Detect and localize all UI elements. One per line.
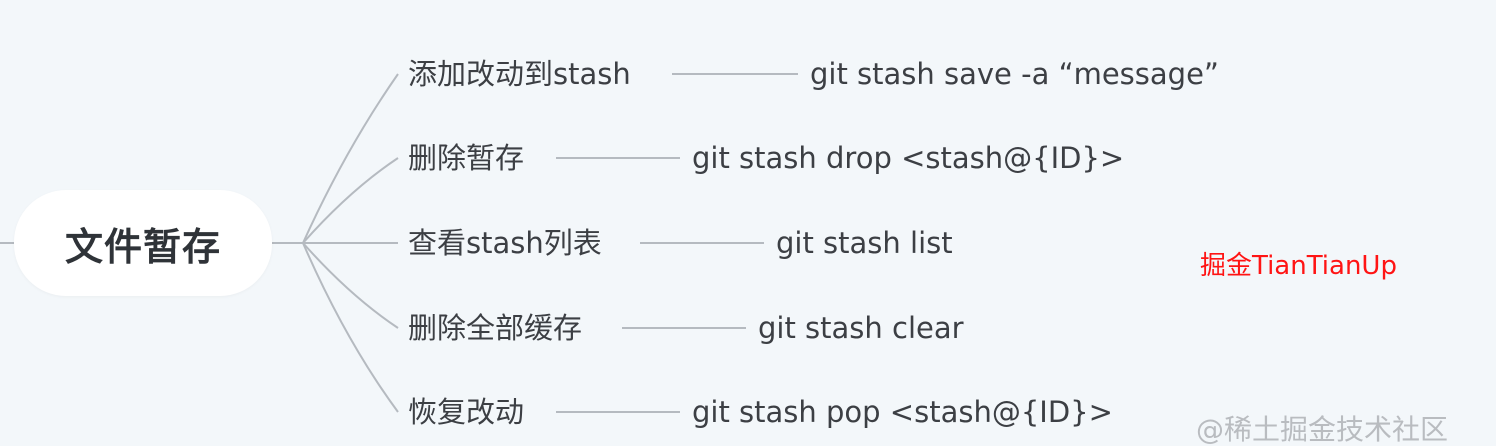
watermark-community: @稀土掘金技术社区 [1196, 413, 1449, 446]
command-stash-clear[interactable]: git stash clear [758, 314, 964, 343]
root-label: 文件暂存 [64, 224, 221, 269]
branch-label-clear-stash[interactable]: 删除全部缓存 [408, 314, 582, 343]
root-node[interactable]: 文件暂存 [14, 190, 272, 296]
branch-curve-2 [302, 157, 399, 244]
branch-curve-5 [302, 242, 399, 413]
command-stash-drop[interactable]: git stash drop <stash@{ID}> [692, 144, 1124, 173]
command-stash-list[interactable]: git stash list [776, 229, 953, 258]
branch-label-add-stash[interactable]: 添加改动到stash [408, 60, 631, 89]
command-stash-pop[interactable]: git stash pop <stash@{ID}> [692, 398, 1113, 427]
branch-label-drop-stash[interactable]: 删除暂存 [408, 144, 524, 173]
branch-curve-4 [302, 242, 399, 329]
branch-label-restore-changes[interactable]: 恢复改动 [408, 398, 524, 427]
branch-label-list-stash[interactable]: 查看stash列表 [408, 229, 602, 258]
branch-curve-1 [302, 73, 399, 244]
watermark-author: 掘金TianTianUp [1200, 251, 1397, 281]
command-stash-save[interactable]: git stash save -a “message” [810, 60, 1219, 89]
